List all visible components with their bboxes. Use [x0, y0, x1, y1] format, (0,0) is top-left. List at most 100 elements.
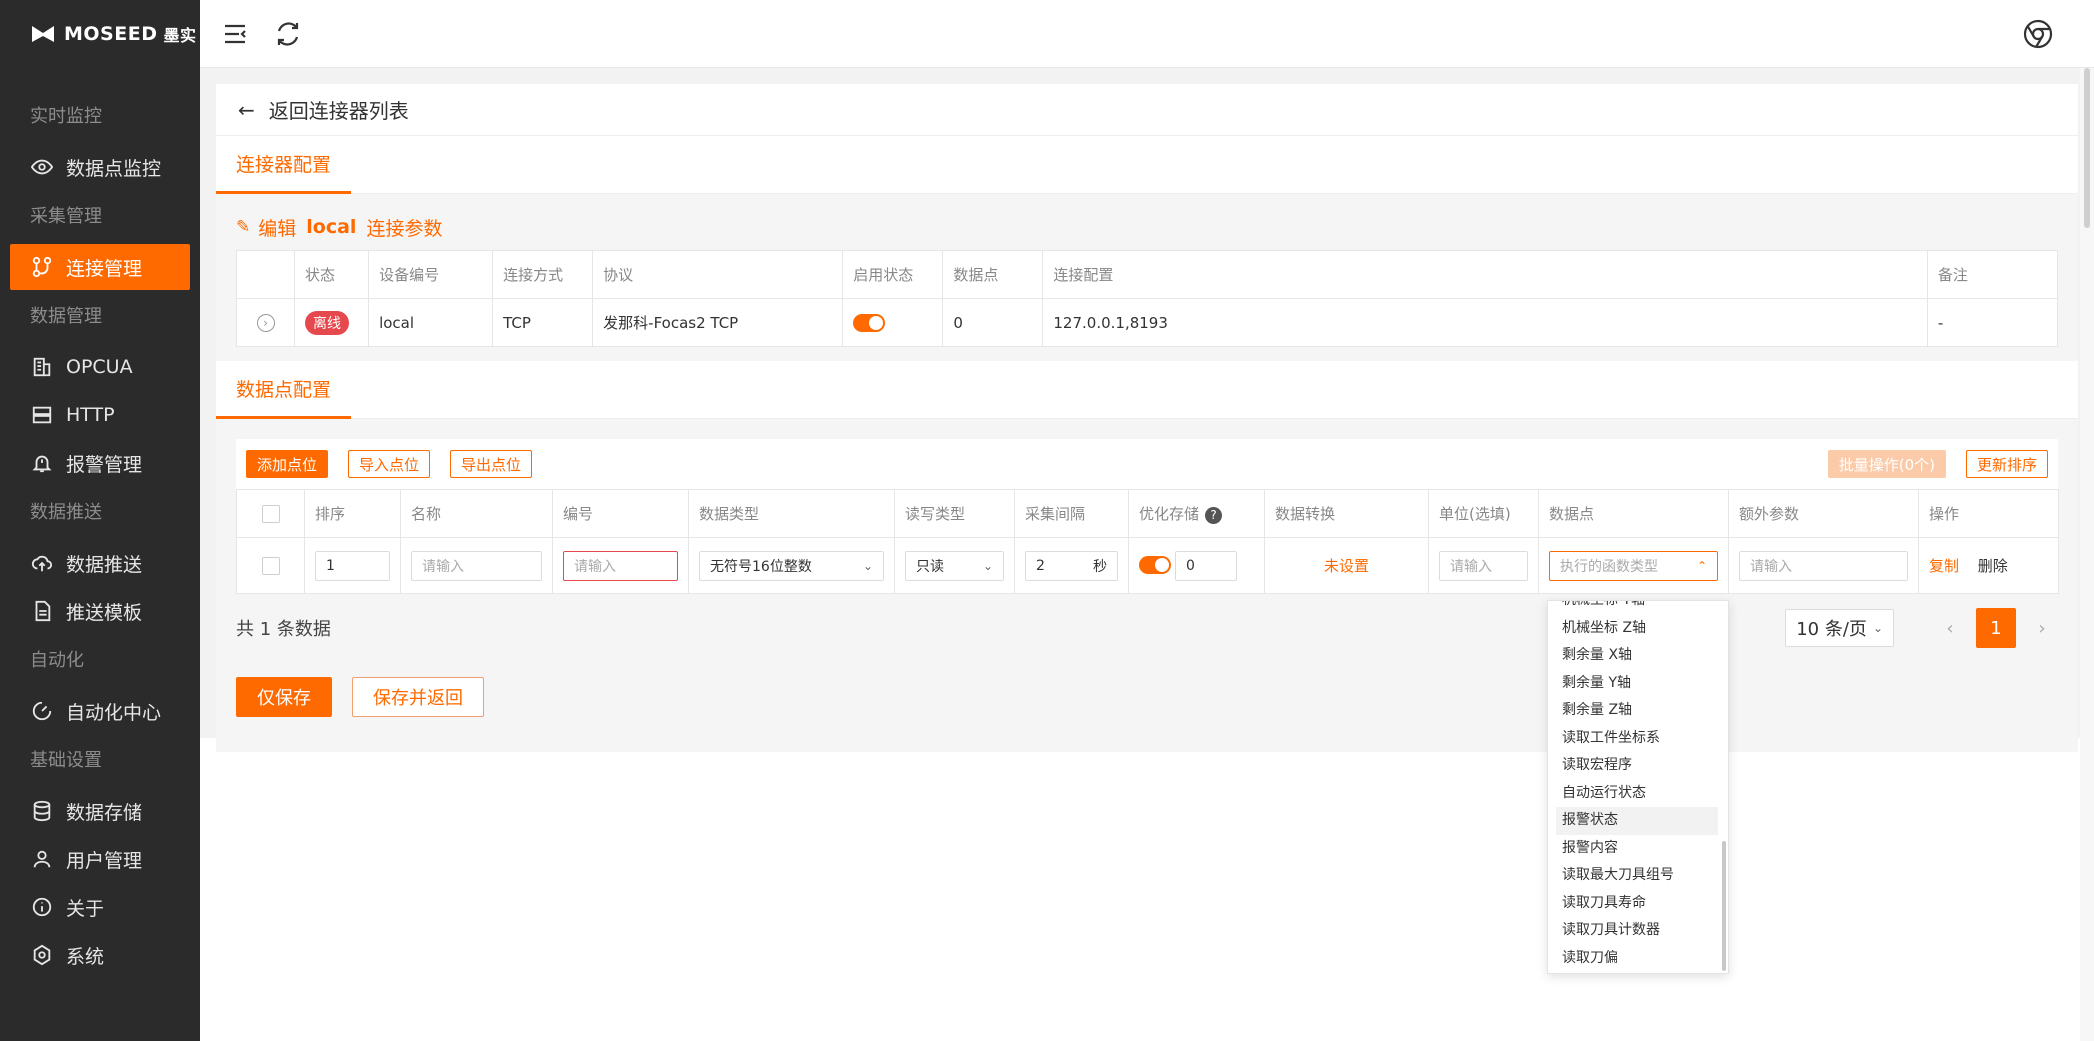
document-icon: [30, 599, 54, 623]
sidebar-item-data-storage[interactable]: 数据存储: [0, 788, 190, 834]
dropdown-option[interactable]: 剩余量 Z轴: [1548, 697, 1728, 725]
rw-type-value: 只读: [916, 558, 944, 575]
interval-input[interactable]: 2秒: [1025, 550, 1118, 581]
dropdown-option[interactable]: 读取刀具计数器: [1548, 917, 1728, 945]
edit-suffix: 连接参数: [366, 217, 443, 240]
menu-group-automation: 自动化: [30, 650, 84, 671]
dropdown-option[interactable]: 读取工件坐标系: [1548, 725, 1728, 753]
menu-group-data: 数据管理: [30, 306, 102, 327]
connection-type: TCP: [492, 298, 594, 347]
user-icon: [30, 847, 54, 871]
save-and-return-button[interactable]: 保存并返回: [352, 677, 484, 717]
arrow-left-icon: ←: [238, 97, 255, 122]
page-scrollbar[interactable]: [2080, 68, 2094, 1041]
sidebar-item-connection[interactable]: 连接管理: [10, 244, 190, 290]
back-label: 返回连接器列表: [268, 99, 409, 123]
expand-row-icon[interactable]: ›: [256, 314, 275, 332]
dropdown-option[interactable]: 自动运行状态: [1548, 780, 1728, 808]
chrome-icon[interactable]: [2022, 18, 2054, 50]
convert-not-set-link[interactable]: 未设置: [1264, 537, 1429, 594]
batch-operation-button[interactable]: 批量操作(0个): [1827, 450, 1946, 478]
update-order-button[interactable]: 更新排序: [1965, 450, 2048, 478]
brand-logo[interactable]: MOSEED 墨实: [0, 0, 200, 68]
row-checkbox[interactable]: [261, 556, 280, 575]
connection-config: 127.0.0.1,8193: [1042, 298, 1928, 347]
next-page-button[interactable]: ›: [2026, 618, 2058, 639]
dropdown-option[interactable]: 剩余量 X轴: [1548, 642, 1728, 670]
main-content: ← 返回连接器列表 连接器配置 ✎ 编辑 local 连接参数 状态 设备编号 …: [216, 84, 2078, 752]
menu-group-collect: 采集管理: [30, 206, 102, 227]
column-header-label: 优化存储: [1139, 505, 1200, 523]
dropdown-option[interactable]: 读取刀具寿命: [1548, 890, 1728, 918]
sidebar-item-label: 连接管理: [66, 257, 143, 280]
delete-link[interactable]: 删除: [1978, 557, 2008, 575]
pagination: 10 条/页 ⌄ ‹ 1 ›: [1785, 608, 2058, 648]
column-header: 状态: [294, 250, 370, 299]
select-all-checkbox[interactable]: [261, 504, 280, 523]
optimize-value-input[interactable]: 0: [1175, 550, 1237, 581]
code-input[interactable]: 请输入: [563, 550, 678, 581]
tab-datapoint-config[interactable]: 数据点配置: [216, 361, 352, 419]
sidebar-item-user-management[interactable]: 用户管理: [0, 836, 190, 882]
page-number-current[interactable]: 1: [1976, 608, 2016, 648]
page-size-select[interactable]: 10 条/页 ⌄: [1785, 609, 1894, 647]
datapoint-function-select[interactable]: 执行的函数类型 ⌃: [1549, 550, 1718, 581]
datapoint-tabs: 数据点配置: [216, 361, 2078, 419]
dropdown-option[interactable]: 剩余量 Y轴: [1548, 670, 1728, 698]
sidebar-item-opcua[interactable]: OPCUA: [0, 344, 190, 390]
help-icon[interactable]: ?: [1205, 506, 1223, 524]
export-points-button[interactable]: 导出点位: [450, 450, 533, 478]
order-input[interactable]: 1: [315, 550, 390, 581]
enable-toggle[interactable]: [853, 313, 886, 332]
dropdown-option[interactable]: 读取宏程序: [1548, 752, 1728, 780]
back-to-connector-list[interactable]: ← 返回连接器列表: [216, 84, 2078, 136]
column-header: 连接配置: [1042, 250, 1928, 299]
table-header-row: 状态 设备编号 连接方式 协议 启用状态 数据点 连接配置 备注: [235, 250, 2059, 299]
column-header: 采集间隔: [1014, 489, 1129, 538]
column-header: 操作: [1918, 489, 2059, 538]
extra-params-input[interactable]: 请输入: [1739, 550, 1908, 581]
save-only-button[interactable]: 仅保存: [236, 677, 332, 717]
dropdown-option[interactable]: 读取刀偏: [1548, 945, 1728, 973]
sidebar-item-about[interactable]: 关于: [0, 884, 190, 930]
sidebar-item-push-template[interactable]: 推送模板: [0, 588, 190, 634]
dropdown-option[interactable]: 读取最大刀具组号: [1548, 862, 1728, 890]
dropdown-option[interactable]: 报警内容: [1548, 835, 1728, 863]
sidebar-item-datapoint-monitor[interactable]: 数据点监控: [0, 144, 190, 190]
remark: -: [1926, 298, 2059, 347]
dropdown-option[interactable]: 机械坐标 Z轴: [1548, 615, 1728, 643]
name-input[interactable]: 请输入: [411, 550, 542, 581]
copy-link[interactable]: 复制: [1929, 557, 1959, 575]
page-size-value: 10 条/页: [1796, 619, 1867, 640]
sidebar-item-http[interactable]: HTTP: [0, 392, 190, 438]
optimize-storage-toggle[interactable]: [1139, 556, 1171, 574]
refresh-icon[interactable]: [274, 20, 302, 48]
dropdown-option-hovered[interactable]: 报警状态: [1556, 807, 1718, 835]
menu-group-monitor: 实时监控: [30, 106, 102, 127]
database-icon: [30, 799, 54, 823]
column-header: 备注: [1926, 250, 2059, 299]
rw-type-select[interactable]: 只读 ⌄: [905, 550, 1004, 581]
dropdown-option[interactable]: 机械坐标 Y轴: [1548, 601, 1728, 615]
import-points-button[interactable]: 导入点位: [348, 450, 431, 478]
prev-page-button[interactable]: ‹: [1934, 618, 1966, 639]
sidebar-item-data-push[interactable]: 数据推送: [0, 540, 190, 586]
unit-input[interactable]: 请输入: [1439, 550, 1528, 581]
sidebar-item-automation-center[interactable]: 自动化中心: [0, 688, 190, 734]
top-bar: [200, 0, 2094, 68]
page-background: [200, 738, 2094, 1041]
dropdown-scrollbar[interactable]: [1722, 841, 1726, 971]
interval-unit: 秒: [1093, 558, 1107, 575]
add-point-button[interactable]: 添加点位: [246, 450, 329, 478]
sidebar-item-alarm[interactable]: 报警管理: [0, 440, 190, 486]
sidebar-item-system[interactable]: 系统: [0, 932, 190, 978]
sidebar-item-label: OPCUA: [66, 356, 133, 378]
moseed-logo-icon: [32, 26, 54, 42]
tab-connector-config[interactable]: 连接器配置: [216, 136, 352, 194]
bell-icon: [30, 451, 54, 475]
edit-connector-title: ✎ 编辑 local 连接参数: [236, 210, 2058, 244]
column-header: 数据点: [1538, 489, 1729, 538]
menu-fold-icon[interactable]: [222, 20, 250, 48]
data-type-select[interactable]: 无符号16位整数 ⌄: [699, 550, 884, 581]
column-header: 读写类型: [894, 489, 1015, 538]
